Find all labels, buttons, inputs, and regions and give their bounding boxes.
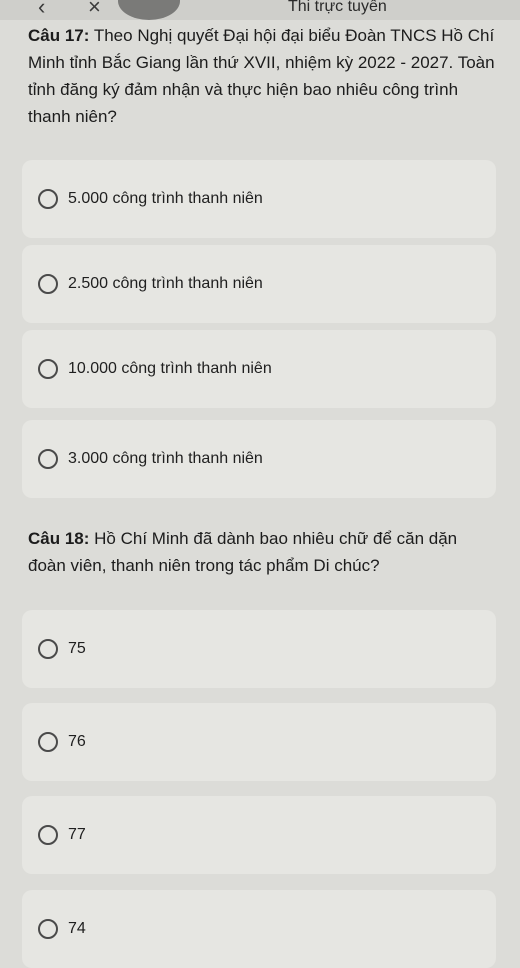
- radio-button[interactable]: [38, 919, 58, 939]
- radio-button[interactable]: [38, 732, 58, 752]
- chevron-left-icon[interactable]: ‹: [38, 0, 45, 18]
- answer-label: 2.500 công trình thanh niên: [68, 275, 263, 292]
- radio-button[interactable]: [38, 639, 58, 659]
- top-bar: ‹ × Thi trực tuyến: [0, 0, 520, 20]
- radio-button[interactable]: [38, 274, 58, 294]
- question-18: Câu 18: Hồ Chí Minh đã dành bao nhiêu ch…: [28, 525, 498, 579]
- radio-button[interactable]: [38, 189, 58, 209]
- answer-option[interactable]: 77: [22, 796, 496, 874]
- answer-label: 3.000 công trình thanh niên: [68, 450, 263, 467]
- answer-option[interactable]: 5.000 công trình thanh niên: [22, 160, 496, 238]
- radio-button[interactable]: [38, 359, 58, 379]
- answer-option[interactable]: 3.000 công trình thanh niên: [22, 420, 496, 498]
- answer-label: 75: [68, 640, 86, 657]
- answer-option[interactable]: 2.500 công trình thanh niên: [22, 245, 496, 323]
- answer-option[interactable]: 76: [22, 703, 496, 781]
- radio-button[interactable]: [38, 449, 58, 469]
- question-number: Câu 18:: [28, 529, 90, 548]
- question-number: Câu 17:: [28, 26, 90, 45]
- answer-label: 76: [68, 733, 86, 750]
- answer-label: 74: [68, 920, 86, 937]
- answer-option[interactable]: 10.000 công trình thanh niên: [22, 330, 496, 408]
- close-icon[interactable]: ×: [88, 0, 101, 18]
- answer-label: 10.000 công trình thanh niên: [68, 360, 272, 377]
- radio-button[interactable]: [38, 825, 58, 845]
- answer-label: 5.000 công trình thanh niên: [68, 190, 263, 207]
- question-17: Câu 17: Theo Nghị quyết Đại hội đại biểu…: [28, 22, 498, 130]
- answer-option[interactable]: 74: [22, 890, 496, 968]
- camera-notch: [118, 0, 180, 20]
- answer-label: 77: [68, 826, 86, 843]
- question-text: Theo Nghị quyết Đại hội đại biểu Đoàn TN…: [28, 26, 495, 126]
- question-text: Hồ Chí Minh đã dành bao nhiêu chữ để căn…: [28, 529, 458, 575]
- answer-option[interactable]: 75: [22, 610, 496, 688]
- page-title: Thi trực tuyến: [288, 0, 387, 15]
